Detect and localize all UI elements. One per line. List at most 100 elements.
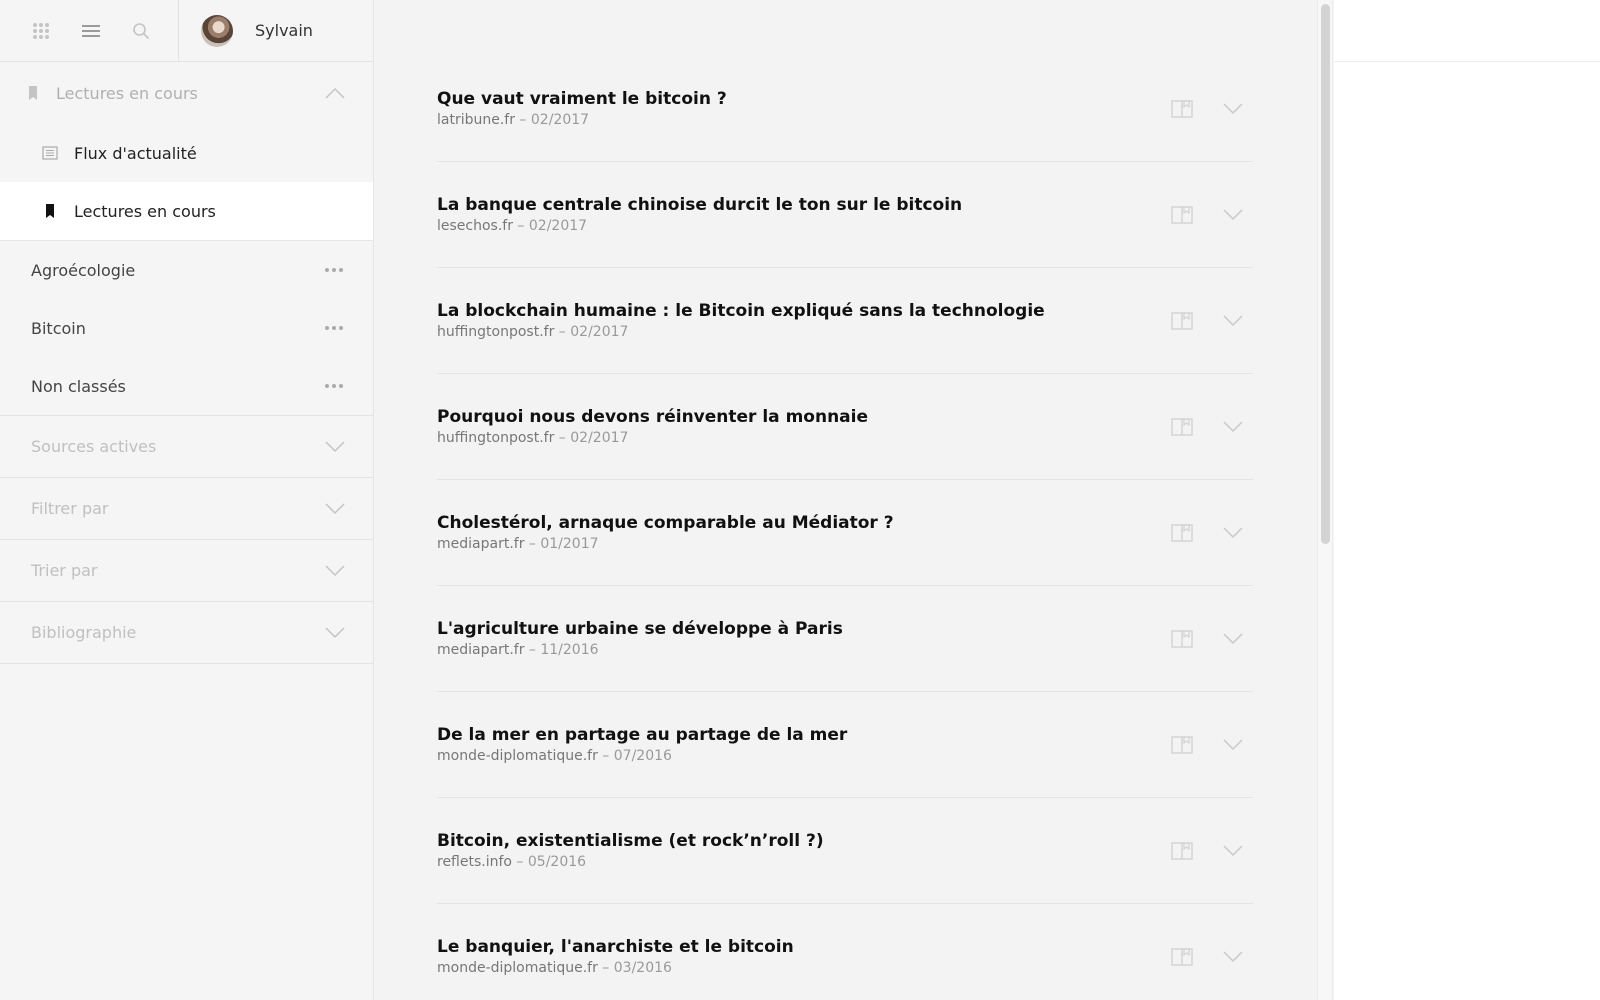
article-meta: lesechos.fr – 02/2017 xyxy=(437,218,962,234)
list-item[interactable]: Cholestérol, arnaque comparable au Média… xyxy=(437,480,1253,586)
article-title[interactable]: Que vaut vraiment le bitcoin ? xyxy=(437,89,727,109)
current-section-header[interactable]: Lectures en cours xyxy=(0,62,373,124)
reader-view-icon[interactable] xyxy=(1171,841,1193,860)
reader-view-icon[interactable] xyxy=(1171,629,1193,648)
sources-actives-section[interactable]: Sources actives xyxy=(0,416,373,478)
article-date: 05/2016 xyxy=(527,854,587,870)
article-meta: huffingtonpost.fr – 02/2017 xyxy=(437,324,1045,340)
article-title[interactable]: Le banquier, l'anarchiste et le bitcoin xyxy=(437,937,794,957)
article-text: Le banquier, l'anarchiste et le bitcoin … xyxy=(437,937,794,976)
article-meta: reflets.info – 05/2016 xyxy=(437,854,824,870)
article-meta: latribune.fr – 02/2017 xyxy=(437,112,727,128)
article-text: Pourquoi nous devons réinventer la monna… xyxy=(437,407,868,446)
menu-icon[interactable] xyxy=(66,0,116,62)
chevron-down-icon[interactable] xyxy=(1223,950,1243,963)
article-source: monde-diplomatique.fr xyxy=(437,748,598,764)
list-item[interactable]: Que vaut vraiment le bitcoin ? latribune… xyxy=(437,56,1253,162)
reader-view-icon[interactable] xyxy=(1171,523,1193,542)
bibliography-section[interactable]: Bibliographie xyxy=(0,602,373,664)
article-text: L'agriculture urbaine se développe à Par… xyxy=(437,619,843,658)
article-title[interactable]: La blockchain humaine : le Bitcoin expli… xyxy=(437,301,1045,321)
username: Sylvain xyxy=(255,21,313,40)
article-source: lesechos.fr xyxy=(437,218,513,234)
article-source: mediapart.fr xyxy=(437,642,525,658)
chevron-up-icon[interactable] xyxy=(325,87,345,99)
reader-view-icon[interactable] xyxy=(1171,417,1193,436)
list-item[interactable]: La banque centrale chinoise durcit le to… xyxy=(437,162,1253,268)
chevron-down-icon[interactable] xyxy=(325,626,345,639)
list-item[interactable]: L'agriculture urbaine se développe à Par… xyxy=(437,586,1253,692)
article-actions xyxy=(1171,841,1253,860)
filter-section[interactable]: Filtrer par xyxy=(0,478,373,540)
sidebar-item-news-feed[interactable]: Flux d'actualité xyxy=(0,124,373,182)
folder-item[interactable]: Non classés xyxy=(0,357,373,415)
chevron-down-icon[interactable] xyxy=(325,502,345,515)
chevron-down-icon[interactable] xyxy=(1223,102,1243,115)
chevron-down-icon[interactable] xyxy=(1223,420,1243,433)
section-label: Trier par xyxy=(31,561,98,580)
sidebar-item-label: Flux d'actualité xyxy=(74,143,197,163)
scrollbar-thumb[interactable] xyxy=(1321,4,1330,544)
list-item[interactable]: Le banquier, l'anarchiste et le bitcoin … xyxy=(437,904,1253,1000)
folder-label: Agroécologie xyxy=(31,260,136,280)
reader-view-icon[interactable] xyxy=(1171,205,1193,224)
chevron-down-icon[interactable] xyxy=(1223,526,1243,539)
top-bar: Sylvain xyxy=(0,0,373,62)
article-actions xyxy=(1171,417,1253,436)
more-options-icon[interactable] xyxy=(325,268,343,272)
chevron-down-icon[interactable] xyxy=(1223,314,1243,327)
article-date: 02/2017 xyxy=(570,430,629,446)
chevron-down-icon[interactable] xyxy=(1223,632,1243,645)
article-source: monde-diplomatique.fr xyxy=(437,960,598,976)
chevron-down-icon[interactable] xyxy=(1223,208,1243,221)
more-options-icon[interactable] xyxy=(325,384,343,388)
article-date-sep: – xyxy=(554,324,571,340)
article-title[interactable]: De la mer en partage au partage de la me… xyxy=(437,725,847,745)
article-source: huffingtonpost.fr xyxy=(437,430,555,446)
article-actions xyxy=(1171,523,1253,542)
article-title[interactable]: Bitcoin, existentialisme (et rock’n’roll… xyxy=(437,831,824,851)
user-profile[interactable]: Sylvain xyxy=(179,14,313,47)
chevron-down-icon[interactable] xyxy=(1223,738,1243,751)
article-meta: monde-diplomatique.fr – 03/2016 xyxy=(437,960,794,976)
article-text: Que vaut vraiment le bitcoin ? latribune… xyxy=(437,89,727,128)
folder-item[interactable]: Bitcoin xyxy=(0,299,373,357)
folder-label: Bitcoin xyxy=(31,318,86,338)
section-label: Bibliographie xyxy=(31,623,137,642)
sidebar-item-label: Lectures en cours xyxy=(74,201,216,221)
article-title[interactable]: Pourquoi nous devons réinventer la monna… xyxy=(437,407,868,427)
list-item[interactable]: Bitcoin, existentialisme (et rock’n’roll… xyxy=(437,798,1253,904)
chevron-down-icon[interactable] xyxy=(325,564,345,577)
list-item[interactable]: Pourquoi nous devons réinventer la monna… xyxy=(437,374,1253,480)
article-title[interactable]: La banque centrale chinoise durcit le to… xyxy=(437,195,962,215)
reader-view-icon[interactable] xyxy=(1171,947,1193,966)
folder-item[interactable]: Agroécologie xyxy=(0,241,373,299)
article-date: 02/2017 xyxy=(530,112,590,128)
reader-pane xyxy=(1334,0,1600,1000)
article-date: 07/2016 xyxy=(613,748,672,764)
sort-section[interactable]: Trier par xyxy=(0,540,373,602)
article-actions xyxy=(1171,205,1253,224)
list-item[interactable]: De la mer en partage au partage de la me… xyxy=(437,692,1253,798)
reader-view-icon[interactable] xyxy=(1171,311,1193,330)
article-actions xyxy=(1171,99,1253,118)
chevron-down-icon[interactable] xyxy=(1223,844,1243,857)
article-date-sep: – xyxy=(514,112,531,128)
article-title[interactable]: L'agriculture urbaine se développe à Par… xyxy=(437,619,843,639)
more-options-icon[interactable] xyxy=(325,326,343,330)
scrollbar[interactable] xyxy=(1317,0,1333,1000)
sidebar-item-current-reads[interactable]: Lectures en cours xyxy=(0,182,373,240)
search-icon[interactable] xyxy=(116,0,166,62)
reader-view-icon[interactable] xyxy=(1171,99,1193,118)
reader-view-icon[interactable] xyxy=(1171,735,1193,754)
list-item[interactable]: La blockchain humaine : le Bitcoin expli… xyxy=(437,268,1253,374)
article-meta: mediapart.fr – 01/2017 xyxy=(437,536,894,552)
article-source: reflets.info xyxy=(437,854,512,870)
article-meta: huffingtonpost.fr – 02/2017 xyxy=(437,430,868,446)
apps-grid-icon[interactable] xyxy=(16,0,66,62)
article-title[interactable]: Cholestérol, arnaque comparable au Média… xyxy=(437,513,894,533)
chevron-down-icon[interactable] xyxy=(325,440,345,453)
article-date: 02/2017 xyxy=(570,324,629,340)
article-date-sep: – xyxy=(511,854,528,870)
newspaper-icon xyxy=(42,146,58,160)
